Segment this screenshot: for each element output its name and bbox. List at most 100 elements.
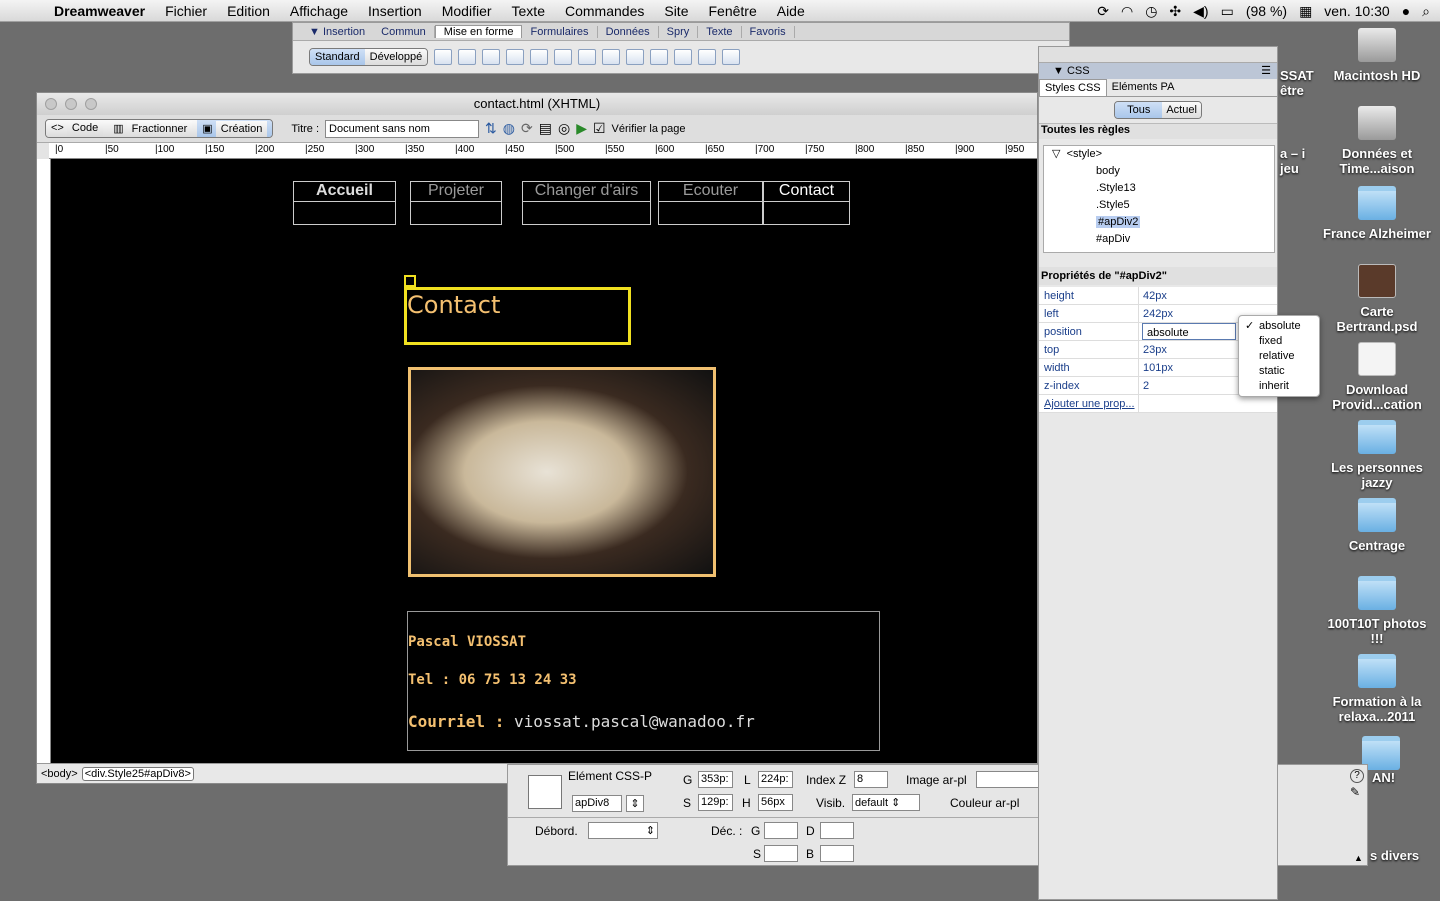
element-id-input[interactable]: apDiv8 [572,795,622,812]
spry-menu-icon[interactable] [698,49,717,65]
insert-row-below-icon[interactable] [506,49,525,65]
nav-contact[interactable]: Contact [763,181,850,225]
visual-aids-icon[interactable]: ◎ [558,120,570,137]
css-property-value[interactable]: 42px [1139,287,1167,304]
rule-body[interactable]: body [1044,163,1274,180]
tab-mise-en-forme[interactable]: Mise en forme [434,25,523,38]
desktop-icon-download[interactable]: Download Provid...cation [1322,342,1432,412]
tab-favoris[interactable]: Favoris [742,25,795,38]
mode-standard[interactable]: Standard [310,49,365,65]
user-icon[interactable]: ● [1402,3,1410,19]
collapse-icon[interactable]: ▲ [1354,853,1363,863]
ap-div-handle[interactable] [404,275,416,287]
left-input[interactable]: 353p: [698,771,733,788]
desktop-icon-centrage[interactable]: Centrage [1322,498,1432,553]
menu-app[interactable]: Dreamweaver [44,3,155,19]
overflow-select[interactable]: ⇕ [588,822,658,839]
insert-div-icon[interactable] [578,49,597,65]
z-index-input[interactable]: 8 [854,771,888,788]
css-property-name[interactable]: z-index [1039,377,1139,394]
height-input[interactable]: 56px [758,794,793,811]
view-code-button[interactable]: <> Code [46,120,109,137]
edit-icon[interactable]: ✎ [1350,785,1360,799]
position-option-fixed[interactable]: fixed [1239,334,1319,349]
desktop-icon-100t10t[interactable]: 100T10T photos !!! [1322,576,1432,646]
rule-apdiv[interactable]: #apDiv [1044,231,1274,248]
width-input[interactable]: 224p: [758,771,793,788]
check-page-button[interactable]: Vérifier la page [612,123,686,135]
nav-projeter[interactable]: Projeter [410,181,502,225]
design-canvas[interactable]: Accueil Projeter Changer d'airs Ecouter … [51,159,1037,763]
top-input[interactable]: 129p: [698,794,733,811]
position-option-static[interactable]: static [1239,364,1319,379]
menu-fichier[interactable]: Fichier [155,3,217,19]
position-option-inherit[interactable]: inherit [1239,379,1319,394]
view-split-button[interactable]: ▥ Fractionner [108,120,198,137]
menu-fenetre[interactable]: Fenêtre [698,3,766,19]
menu-texte[interactable]: Texte [502,3,555,19]
view-design-button[interactable]: ▣ Création [197,120,273,137]
frameset-icon[interactable] [674,49,693,65]
volume-icon[interactable]: ◀) [1193,3,1208,20]
tab-commun[interactable]: Commun [373,25,435,38]
position-option-absolute[interactable]: ✓ absolute [1239,319,1319,334]
desktop-icon-personnes-jazzy[interactable]: Les personnes jazzy [1322,420,1432,490]
insert-column-right-icon[interactable] [554,49,573,65]
preview-browser-icon[interactable]: ◍ [503,120,515,137]
desktop-icon-time-machine[interactable]: Données et Time...aison [1322,106,1432,176]
contact-mail-link[interactable]: viossat.pascal@wanadoo.fr [514,712,755,731]
check-page-icon[interactable]: ☑ [593,120,606,137]
nav-accueil[interactable]: Accueil [293,181,396,225]
validate-icon[interactable]: ▶ [576,120,587,137]
css-property-name[interactable]: width [1039,359,1139,376]
css-property-name[interactable]: top [1039,341,1139,358]
css-property-value[interactable]: absolute [1142,323,1236,340]
help-icon[interactable]: ? [1350,769,1364,783]
tab-spry[interactable]: Spry [659,25,699,38]
css-panel-header[interactable]: ▼ CSS ☰ [1039,63,1277,79]
tab-texte[interactable]: Texte [698,25,742,38]
desktop-icon-france-alzheimer[interactable]: France Alzheimer [1322,186,1432,241]
position-dropdown[interactable]: ✓ absolute fixed relative static inherit [1238,315,1320,397]
minimize-button[interactable] [65,98,77,110]
rule-style5[interactable]: .Style5 [1044,197,1274,214]
insert-bar-title[interactable]: ▼ Insertion [301,26,373,38]
add-property-link[interactable]: Ajouter une prop... [1039,395,1139,412]
menu-affichage[interactable]: Affichage [280,3,358,19]
css-property-name[interactable]: left [1039,305,1139,322]
draw-ap-div-icon[interactable] [602,49,621,65]
menu-site[interactable]: Site [654,3,698,19]
insert-frame-icon[interactable] [626,49,645,65]
bluetooth-icon[interactable]: ✣ [1169,3,1181,20]
rule-style[interactable]: ▽ <style> [1044,146,1274,163]
clip-right-input[interactable] [820,822,854,839]
insert-table-icon[interactable] [434,49,453,65]
css-property-value[interactable]: 242px [1139,305,1173,322]
close-button[interactable] [45,98,57,110]
title-input[interactable]: Document sans nom [325,119,480,138]
mode-actuel[interactable]: Actuel [1162,102,1201,118]
clock[interactable]: ven. 10:30 [1324,3,1389,19]
file-management-icon[interactable]: ⇅ [485,120,497,137]
insert-table-row-icon[interactable] [458,49,477,65]
spry-tabs-icon[interactable] [722,49,741,65]
zoom-button[interactable] [85,98,97,110]
css-property-name[interactable]: position [1039,323,1139,340]
element-id-stepper[interactable]: ⇕ [626,795,644,812]
desktop-icon-carte-bertrand[interactable]: Carte Bertrand.psd [1322,264,1432,334]
tag-div-selected[interactable]: <div.Style25#apDiv8> [81,766,194,781]
sync-icon[interactable]: ⟳ [1097,3,1109,20]
rule-style13[interactable]: .Style13 [1044,180,1274,197]
insert-row-above-icon[interactable] [482,49,501,65]
tag-body[interactable]: <body> [41,768,78,780]
insert-image-layout-icon[interactable] [650,49,669,65]
wifi-icon[interactable]: ◠ [1121,3,1133,20]
refresh-icon[interactable]: ⟳ [521,120,533,137]
menu-aide[interactable]: Aide [767,3,815,19]
time-machine-icon[interactable]: ◷ [1145,3,1157,20]
menu-commandes[interactable]: Commandes [555,3,654,19]
desktop-icon-formation[interactable]: Formation à la relaxa...2011 [1322,654,1432,724]
clip-top-input[interactable] [764,845,798,862]
contact-info-div[interactable]: Pascal VIOSSAT Tel : 06 75 13 24 33 Cour… [407,611,880,751]
menu-edition[interactable]: Edition [217,3,280,19]
